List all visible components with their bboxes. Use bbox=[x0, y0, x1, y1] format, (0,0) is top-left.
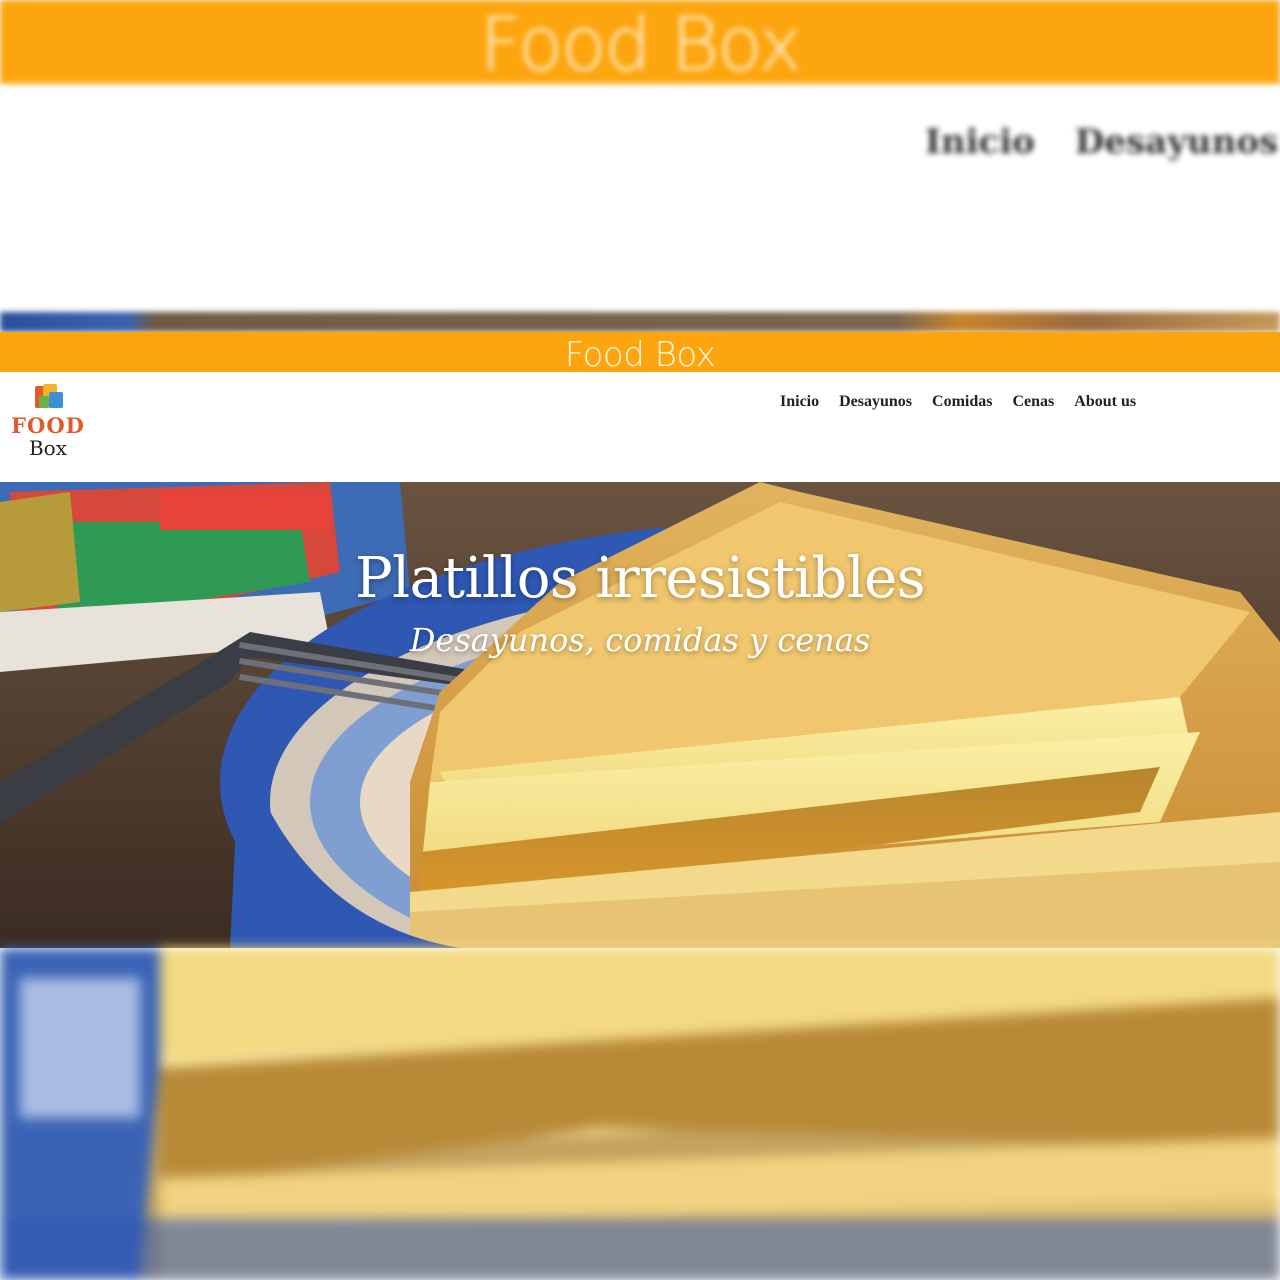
site-logo[interactable]: FOOD Box bbox=[8, 382, 88, 474]
nav-link-desayunos[interactable]: Desayunos bbox=[829, 392, 922, 412]
zoomed-header-preview: Food Box InicioDesayunosC bbox=[0, 0, 1280, 332]
nav-link-comidas[interactable]: Comidas bbox=[922, 392, 1002, 412]
zoomed-nav-item: Inicio bbox=[925, 122, 1035, 162]
hero-banner: Platillos irresistibles Desayunos, comid… bbox=[0, 482, 1280, 948]
nav-link-inicio[interactable]: Inicio bbox=[770, 392, 829, 412]
brand-title: Food Box bbox=[564, 335, 716, 375]
zoomed-hero-edge bbox=[0, 312, 1280, 332]
zoomed-nav: InicioDesayunosC bbox=[925, 122, 1280, 162]
zoomed-topbar: Food Box bbox=[0, 0, 1280, 88]
zoomed-hero-preview bbox=[0, 948, 1280, 1280]
main-nav: Inicio Desayunos Comidas Cenas About us bbox=[770, 392, 1146, 412]
zoomed-brand-title: Food Box bbox=[479, 2, 802, 88]
hero-title: Platillos irresistibles bbox=[355, 546, 926, 611]
logo-text-box: Box bbox=[28, 436, 68, 460]
nav-link-cenas[interactable]: Cenas bbox=[1002, 392, 1064, 412]
hero-text-block: Platillos irresistibles Desayunos, comid… bbox=[0, 544, 1280, 658]
nav-link-about-us[interactable]: About us bbox=[1064, 392, 1146, 412]
site-header: FOOD Box Inicio Desayunos Comidas Cenas … bbox=[0, 372, 1280, 482]
zoomed-pie-image bbox=[0, 948, 1280, 1280]
logo-box-icon bbox=[31, 382, 65, 414]
brand-topbar: Food Box bbox=[0, 332, 1280, 375]
logo-text-food: FOOD bbox=[11, 413, 85, 438]
hero-subtitle: Desayunos, comidas y cenas bbox=[409, 621, 871, 659]
zoomed-nav-item: Desayunos bbox=[1074, 122, 1279, 162]
